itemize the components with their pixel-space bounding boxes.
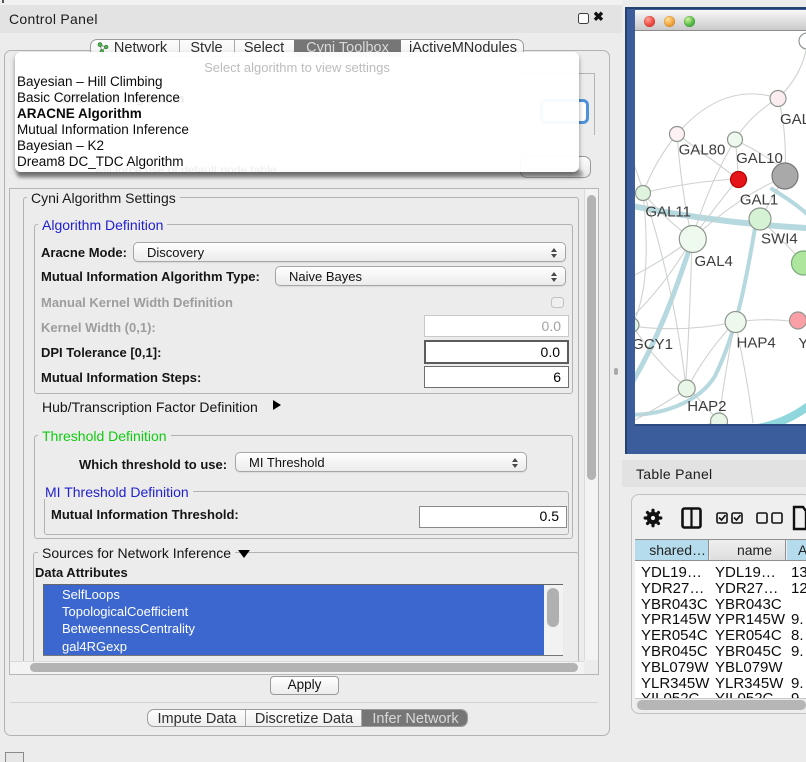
svg-text:GAL1: GAL1 xyxy=(740,192,778,209)
svg-text:HAP4: HAP4 xyxy=(737,335,776,352)
svg-text:GAL4: GAL4 xyxy=(695,253,733,270)
svg-text:GAL11: GAL11 xyxy=(645,204,691,221)
svg-text:GCY1: GCY1 xyxy=(635,336,673,353)
svg-text:GAL80: GAL80 xyxy=(679,142,726,159)
svg-text:HAP2: HAP2 xyxy=(687,398,726,415)
svg-text:GAL7: GAL7 xyxy=(780,111,806,128)
svg-text:GAL10: GAL10 xyxy=(736,150,783,167)
svg-text:SWI4: SWI4 xyxy=(761,231,798,248)
svg-text:YM: YM xyxy=(798,335,806,352)
